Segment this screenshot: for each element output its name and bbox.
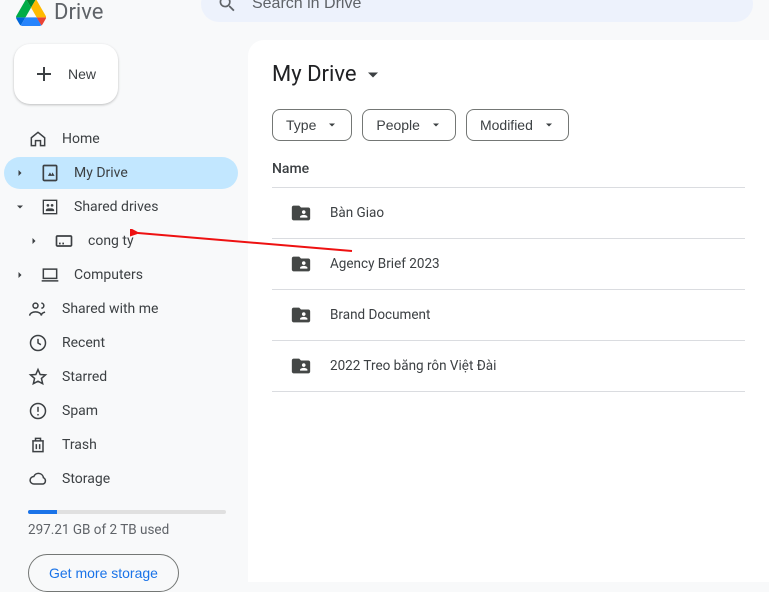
nav-home[interactable]: Home <box>4 123 238 155</box>
get-storage-button[interactable]: Get more storage <box>28 554 179 592</box>
folder-shared-icon <box>290 253 312 275</box>
people-icon <box>28 299 48 319</box>
filter-label: People <box>376 117 420 133</box>
computer-icon <box>40 265 60 285</box>
filter-label: Type <box>286 117 316 133</box>
chevron-down-icon <box>543 119 555 131</box>
star-icon <box>28 367 48 387</box>
nav-label: Home <box>62 131 100 147</box>
nav-shared-drives[interactable]: Shared drives <box>4 191 238 223</box>
nav-label: Trash <box>62 437 97 453</box>
trash-icon <box>28 435 48 455</box>
breadcrumb[interactable]: My Drive <box>272 62 745 87</box>
storage-usage-text: 297.21 GB of 2 TB used <box>28 522 226 538</box>
nav-shared-drive-cong-ty[interactable]: cong ty <box>4 225 238 257</box>
nav-label: Spam <box>62 403 98 419</box>
search-icon <box>217 0 238 15</box>
folder-shared-icon <box>290 202 312 224</box>
nav-label: Shared drives <box>74 199 158 215</box>
nav-trash[interactable]: Trash <box>4 429 238 461</box>
my-drive-icon <box>40 163 60 183</box>
nav-starred[interactable]: Starred <box>4 361 238 393</box>
harddrive-icon <box>54 231 74 251</box>
nav-label: Storage <box>62 471 110 487</box>
storage-progress-bar <box>28 510 226 514</box>
nav-label: Starred <box>62 369 107 385</box>
file-row[interactable]: Agency Brief 2023 <box>272 239 745 290</box>
file-name: Bàn Giao <box>330 205 384 221</box>
chevron-down-icon <box>363 65 383 85</box>
nav-my-drive[interactable]: My Drive <box>4 157 238 189</box>
filter-type[interactable]: Type <box>272 109 352 141</box>
search-input[interactable] <box>252 0 737 13</box>
nav-computers[interactable]: Computers <box>4 259 238 291</box>
breadcrumb-label: My Drive <box>272 62 357 87</box>
chevron-down-icon <box>430 119 442 131</box>
cloud-icon <box>28 469 48 489</box>
new-button[interactable]: New <box>14 44 118 104</box>
shared-drives-icon <box>40 197 60 217</box>
storage-progress-fill <box>28 510 57 514</box>
nav-recent[interactable]: Recent <box>4 327 238 359</box>
new-button-label: New <box>68 66 96 82</box>
chevron-down-icon <box>326 119 338 131</box>
filter-label: Modified <box>480 117 533 133</box>
spam-icon <box>28 401 48 421</box>
column-header-name[interactable]: Name <box>272 161 745 188</box>
nav-storage[interactable]: Storage <box>4 463 238 495</box>
file-row[interactable]: Brand Document <box>272 290 745 341</box>
file-row[interactable]: Bàn Giao <box>272 188 745 239</box>
filter-people[interactable]: People <box>362 109 456 141</box>
file-name: 2022 Treo băng rôn Việt Đài <box>330 358 496 374</box>
chevron-right-icon[interactable] <box>28 235 40 247</box>
home-icon <box>28 129 48 149</box>
brand-name: Drive <box>54 0 103 25</box>
chevron-down-icon[interactable] <box>14 201 26 213</box>
nav-label: Shared with me <box>62 301 158 317</box>
nav-label: My Drive <box>74 165 128 181</box>
nav-shared-with-me[interactable]: Shared with me <box>4 293 238 325</box>
nav-spam[interactable]: Spam <box>4 395 238 427</box>
drive-logo-icon <box>16 0 46 26</box>
file-row[interactable]: 2022 Treo băng rôn Việt Đài <box>272 341 745 392</box>
clock-icon <box>28 333 48 353</box>
file-name: Brand Document <box>330 307 430 323</box>
chevron-right-icon[interactable] <box>14 167 26 179</box>
file-name: Agency Brief 2023 <box>330 256 440 272</box>
nav-label: Computers <box>74 267 143 283</box>
filter-modified[interactable]: Modified <box>466 109 569 141</box>
nav-label: cong ty <box>88 233 134 249</box>
search-bar[interactable] <box>201 0 753 22</box>
folder-shared-icon <box>290 355 312 377</box>
nav-label: Recent <box>62 335 105 351</box>
chevron-right-icon[interactable] <box>14 269 26 281</box>
plus-icon <box>32 62 56 86</box>
folder-shared-icon <box>290 304 312 326</box>
